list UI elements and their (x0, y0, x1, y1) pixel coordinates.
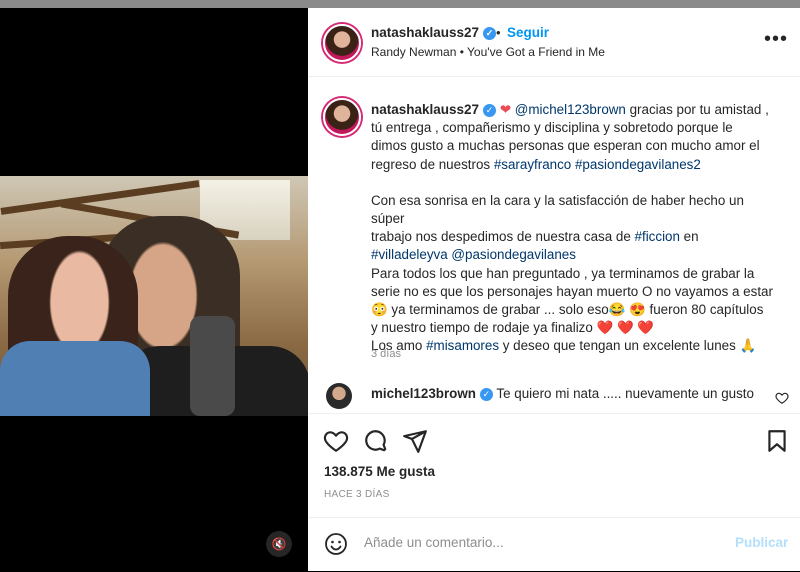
author-username[interactable]: natashaklauss27 ✓ (371, 25, 497, 40)
post-date[interactable]: HACE 3 DÍAS (324, 489, 390, 500)
heart-emoji: ❤ (499, 102, 512, 117)
caption-line: 😳 ya terminamos de grabar ... solo eso😂 … (371, 302, 764, 318)
caption-avatar[interactable] (323, 98, 361, 136)
username-text[interactable]: natashaklauss27 (371, 25, 479, 40)
more-options-icon[interactable]: ••• (764, 28, 788, 51)
follow-button[interactable]: Seguir (507, 25, 549, 40)
add-comment-input[interactable] (362, 534, 716, 551)
header-separator: • (496, 25, 501, 40)
mute-icon[interactable]: 🔇 (266, 531, 292, 557)
post-photo[interactable] (0, 176, 308, 416)
hashtag-pasiondegavilanes2[interactable]: #pasiondegavilanes2 (575, 157, 701, 172)
hashtag-villadeleyva[interactable]: #villadeleyva (371, 247, 448, 262)
verified-badge-icon: ✓ (479, 388, 493, 401)
song-link[interactable]: Randy Newman • You've Got a Friend in Me (371, 45, 605, 59)
hashtag-ficcion[interactable]: #ficcion (635, 229, 680, 244)
caption-line: Con esa sonrisa en la cara y la satisfac… (371, 192, 744, 227)
post-caption: natashaklauss27 ✓ ❤ @michel123brown graci… (371, 101, 781, 356)
share-icon[interactable] (402, 428, 428, 454)
caption-line: Para todos los que han preguntado , ya t… (371, 265, 755, 281)
post-panel: natashaklauss27 ✓ • Seguir Randy Newman •… (308, 8, 800, 571)
mention-pasiondegavilanes[interactable]: @pasiondegavilanes (451, 247, 576, 262)
man-scarf (190, 316, 235, 416)
caption-text: gracias por tu amistad , (625, 102, 769, 117)
caption-text: trabajo nos despedimos de nuestra casa d… (371, 229, 635, 245)
post-header: natashaklauss27 ✓ • Seguir Randy Newman •… (308, 8, 800, 77)
hearts-emoji: ❤️ ❤️ ❤️ (596, 320, 655, 336)
browser-top-strip (0, 0, 800, 8)
like-heart-icon[interactable] (323, 428, 349, 454)
caption-timestamp[interactable]: 3 días (371, 348, 401, 360)
caption-text: y deseo que tengan un excelente lunes 🙏 (499, 338, 757, 354)
comment-icon[interactable] (363, 428, 389, 454)
action-bar (308, 413, 800, 464)
verified-badge-icon: ✓ (483, 104, 497, 117)
hashtag-sarayfranco[interactable]: #sarayfranco (494, 157, 571, 172)
caption-text: y nuestro tiempo de rodaje ya finalizo (371, 320, 597, 336)
commenter-username[interactable]: michel123brown (371, 386, 476, 401)
caption-username[interactable]: natashaklauss27 (371, 102, 479, 117)
add-comment-bar: Publicar (308, 517, 800, 572)
save-bookmark-icon[interactable] (764, 428, 790, 454)
caption-text: regreso de nuestros (371, 156, 494, 172)
caption-line: serie no es que los personajes hayan mue… (371, 283, 773, 299)
post-media[interactable]: 🔇 (0, 8, 308, 571)
comment-row: michel123brown ✓ Te quiero mi nata ..... … (371, 386, 754, 401)
woman-shirt (0, 341, 150, 416)
emoji-icon[interactable] (324, 532, 348, 556)
author-avatar[interactable] (323, 24, 361, 62)
mention-michel[interactable]: @michel123brown (515, 102, 626, 117)
caption-line: dimos gusto a muchas personas que espera… (371, 138, 760, 154)
likes-count[interactable]: 138.875 Me gusta (324, 464, 435, 479)
caption-text: en (679, 229, 699, 245)
commenter-avatar[interactable] (326, 383, 352, 409)
hashtag-misamores[interactable]: #misamores (426, 338, 499, 353)
comment-text: Te quiero mi nata ..... nuevamente un gu… (496, 386, 754, 401)
caption-line: tú entrega , compañerismo y disciplina y… (371, 120, 733, 136)
verified-badge-icon: ✓ (483, 27, 497, 40)
comment-like-heart-icon[interactable] (775, 391, 789, 405)
publish-button[interactable]: Publicar (735, 535, 788, 550)
